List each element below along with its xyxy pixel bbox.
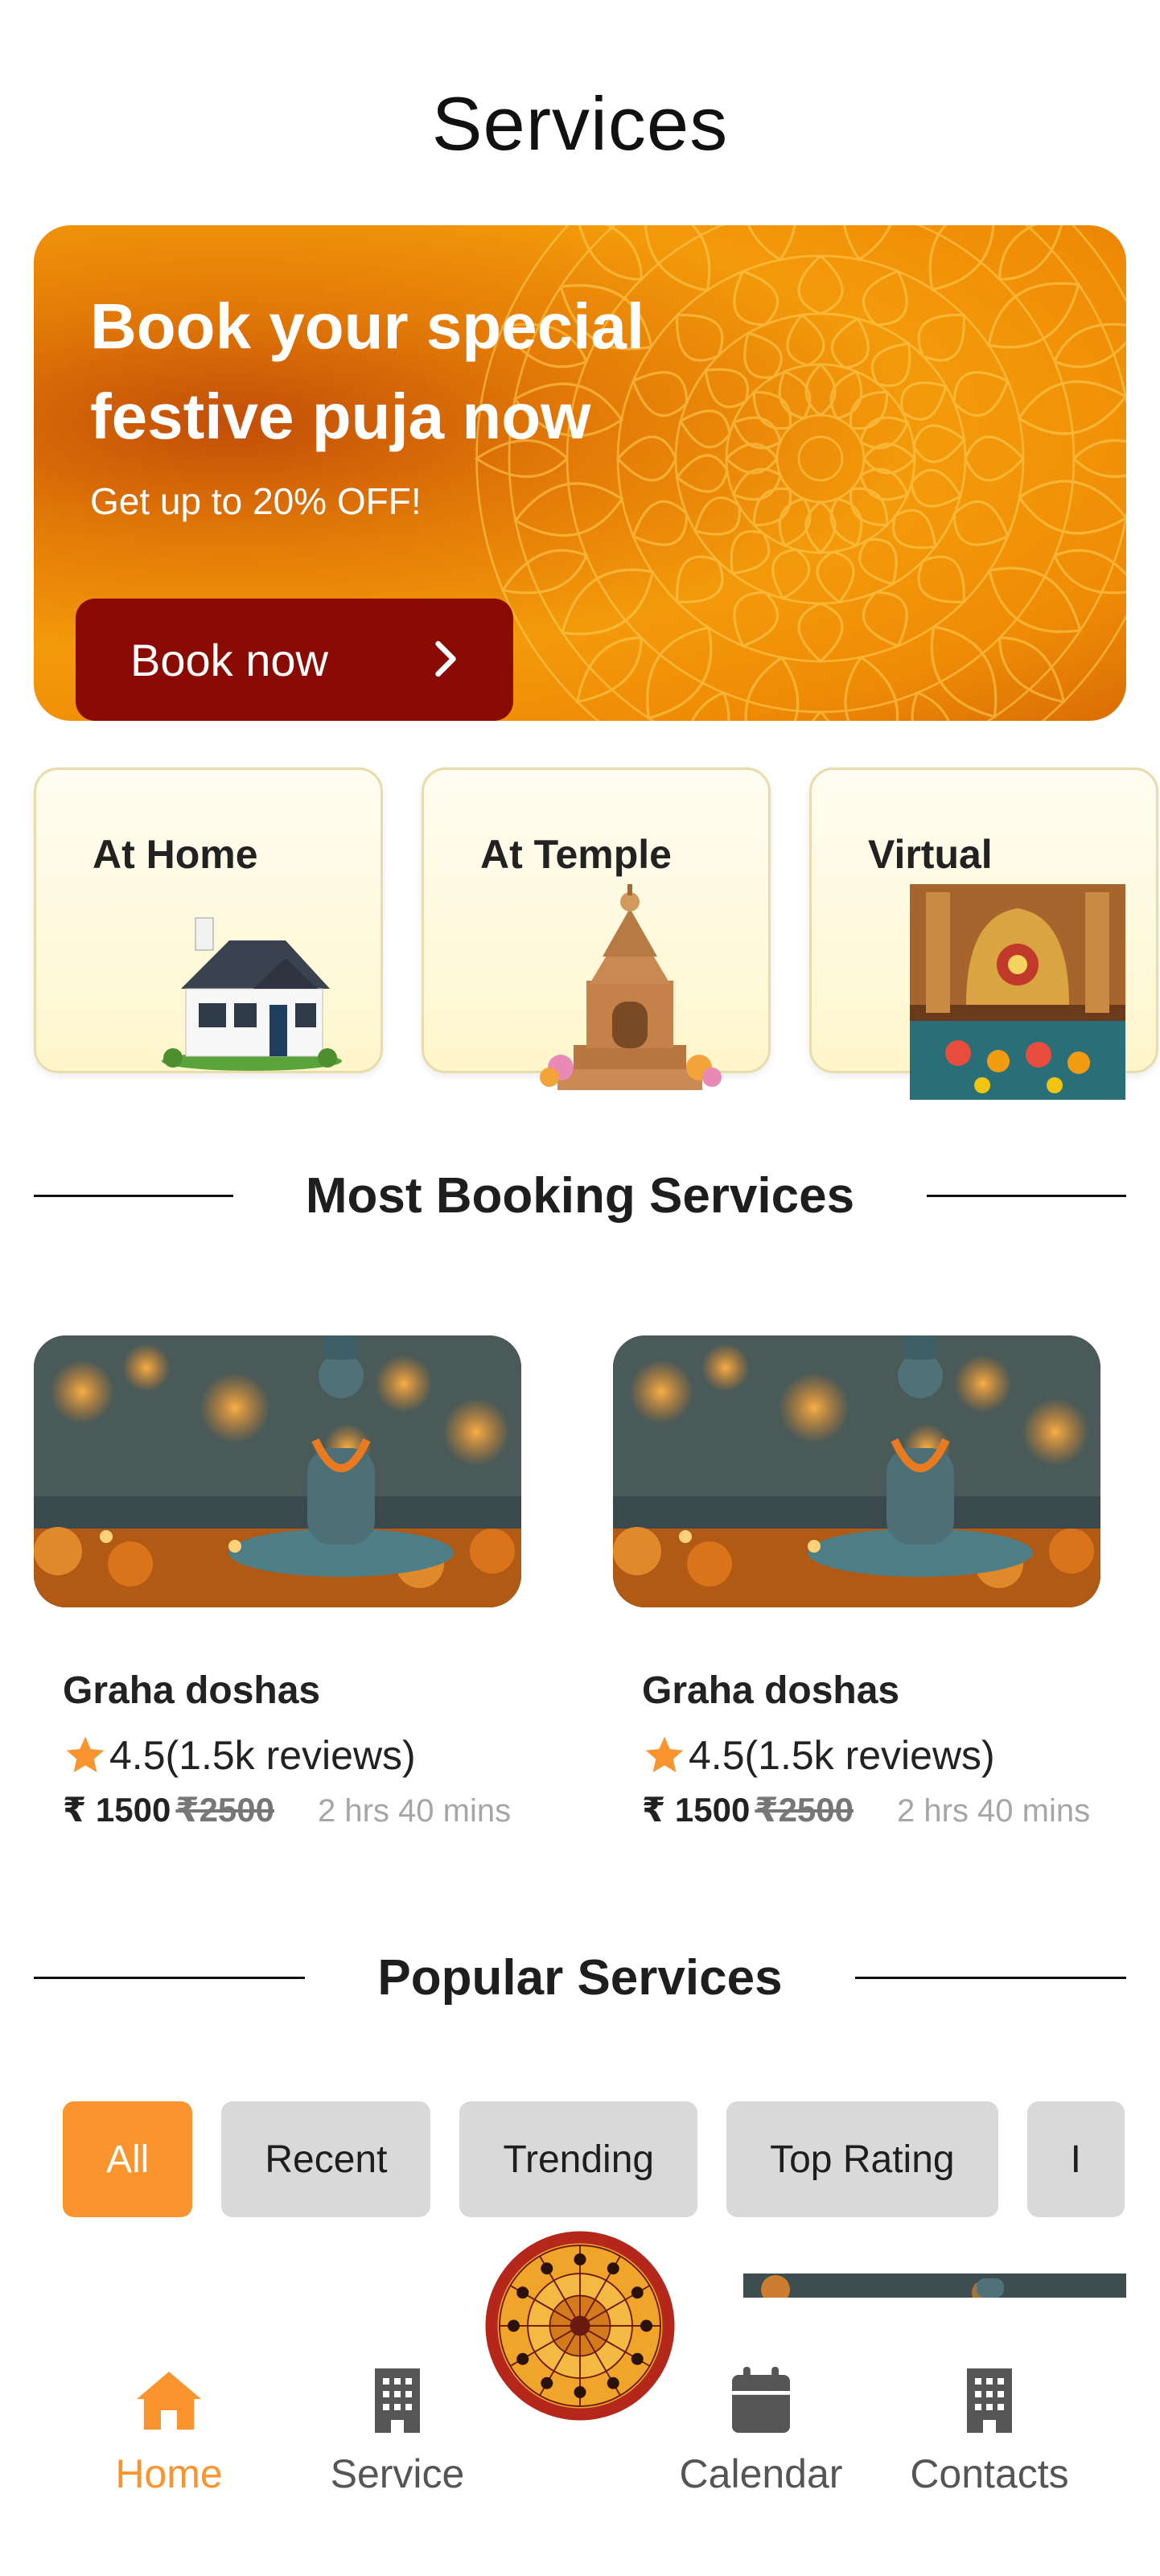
nav-label: Calendar (679, 2451, 843, 2496)
star-icon (66, 1736, 105, 1772)
home-icon (137, 2372, 201, 2430)
review-count: (1.5k reviews) (165, 1733, 416, 1778)
service-name: Graha doshas (642, 1669, 900, 1712)
filter-chip-trending[interactable]: Trending (459, 2101, 698, 2217)
review-count: (1.5k reviews) (744, 1733, 995, 1778)
service-card[interactable]: Graha doshas 4.5 (1.5k reviews) ₹ 1500 ₹… (34, 1335, 581, 1829)
filter-chip-recent[interactable]: Recent (221, 2101, 431, 2217)
category-at-home[interactable]: At Home (34, 767, 383, 1073)
nav-home[interactable]: Home (64, 2362, 274, 2497)
filter-chip-bar: All Recent Trending Top Rating I (63, 2101, 1126, 2217)
service-duration: 2 hrs 40 mins (318, 1793, 512, 1829)
service-rating: 4.5 (1.5k reviews) (642, 1732, 1160, 1779)
page-title: Services (431, 81, 729, 166)
divider-right (854, 1976, 1126, 1979)
zodiac-wheel-icon[interactable] (479, 2225, 681, 2426)
service-image (613, 1335, 1100, 1607)
category-label: At Temple (480, 832, 672, 877)
puja-altar-image (910, 884, 1125, 1100)
nav-contacts[interactable]: Contacts (885, 2362, 1094, 2497)
currency-symbol: ₹ (63, 1791, 87, 1829)
currency-symbol: ₹ (642, 1791, 666, 1829)
book-now-button[interactable]: Book now (76, 599, 513, 721)
book-now-label: Book now (130, 634, 328, 685)
nav-label: Home (115, 2451, 223, 2496)
current-price: 1500 (95, 1791, 171, 1829)
divider-left (34, 1194, 233, 1197)
filter-chip-all[interactable]: All (63, 2101, 193, 2217)
current-price: 1500 (674, 1791, 751, 1829)
building-icon (967, 2368, 1012, 2433)
category-label: Virtual (868, 832, 993, 877)
nav-calendar[interactable]: Calendar (656, 2362, 866, 2497)
original-price: ₹2500 (175, 1791, 275, 1829)
service-price: ₹ 1500 ₹2500 2 hrs 40 mins (63, 1790, 581, 1829)
section-title: Popular Services (377, 1949, 783, 2006)
category-virtual[interactable]: Virtual (809, 767, 1158, 1100)
service-name: Graha doshas (63, 1669, 321, 1712)
building-icon (375, 2368, 420, 2433)
banner-heading: Book your special festive puja now (90, 282, 814, 462)
rating-value: 4.5 (109, 1733, 166, 1778)
service-card[interactable]: Graha doshas 4.5 (1.5k reviews) ₹ 1500 ₹… (613, 1335, 1160, 1829)
calendar-icon (732, 2367, 790, 2433)
service-image (34, 1335, 521, 1607)
section-title: Most Booking Services (305, 1167, 855, 1224)
filter-chip-partial[interactable]: I (1026, 2101, 1125, 2217)
star-icon (645, 1736, 684, 1772)
filter-chip-top-rating[interactable]: Top Rating (726, 2101, 998, 2217)
temple-image (540, 884, 722, 1090)
banner-heading-line1: Book your special (90, 290, 645, 362)
rating-value: 4.5 (689, 1733, 745, 1778)
banner-subtext: Get up to 20% OFF! (90, 480, 422, 522)
service-price: ₹ 1500 ₹2500 2 hrs 40 mins (642, 1790, 1160, 1829)
banner-heading-line2: festive puja now (90, 381, 591, 452)
nav-label: Service (330, 2451, 465, 2496)
category-label: At Home (93, 832, 258, 877)
original-price: ₹2500 (755, 1791, 854, 1829)
chevron-right-icon (435, 640, 456, 677)
promo-banner[interactable]: Book your special festive puja now Get u… (34, 225, 1126, 721)
service-rating: 4.5 (1.5k reviews) (63, 1732, 581, 1779)
divider-left (34, 1976, 306, 1979)
popular-services-heading: Popular Services (34, 1937, 1126, 2018)
category-at-temple[interactable]: At Temple (422, 767, 771, 1090)
popular-service-image-peek (743, 2274, 1126, 2298)
most-booking-heading: Most Booking Services (34, 1155, 1126, 1236)
nav-service[interactable]: Service (293, 2362, 502, 2497)
service-duration: 2 hrs 40 mins (897, 1793, 1091, 1829)
nav-label: Contacts (910, 2451, 1069, 2496)
house-image (162, 917, 342, 1071)
divider-right (927, 1194, 1126, 1197)
